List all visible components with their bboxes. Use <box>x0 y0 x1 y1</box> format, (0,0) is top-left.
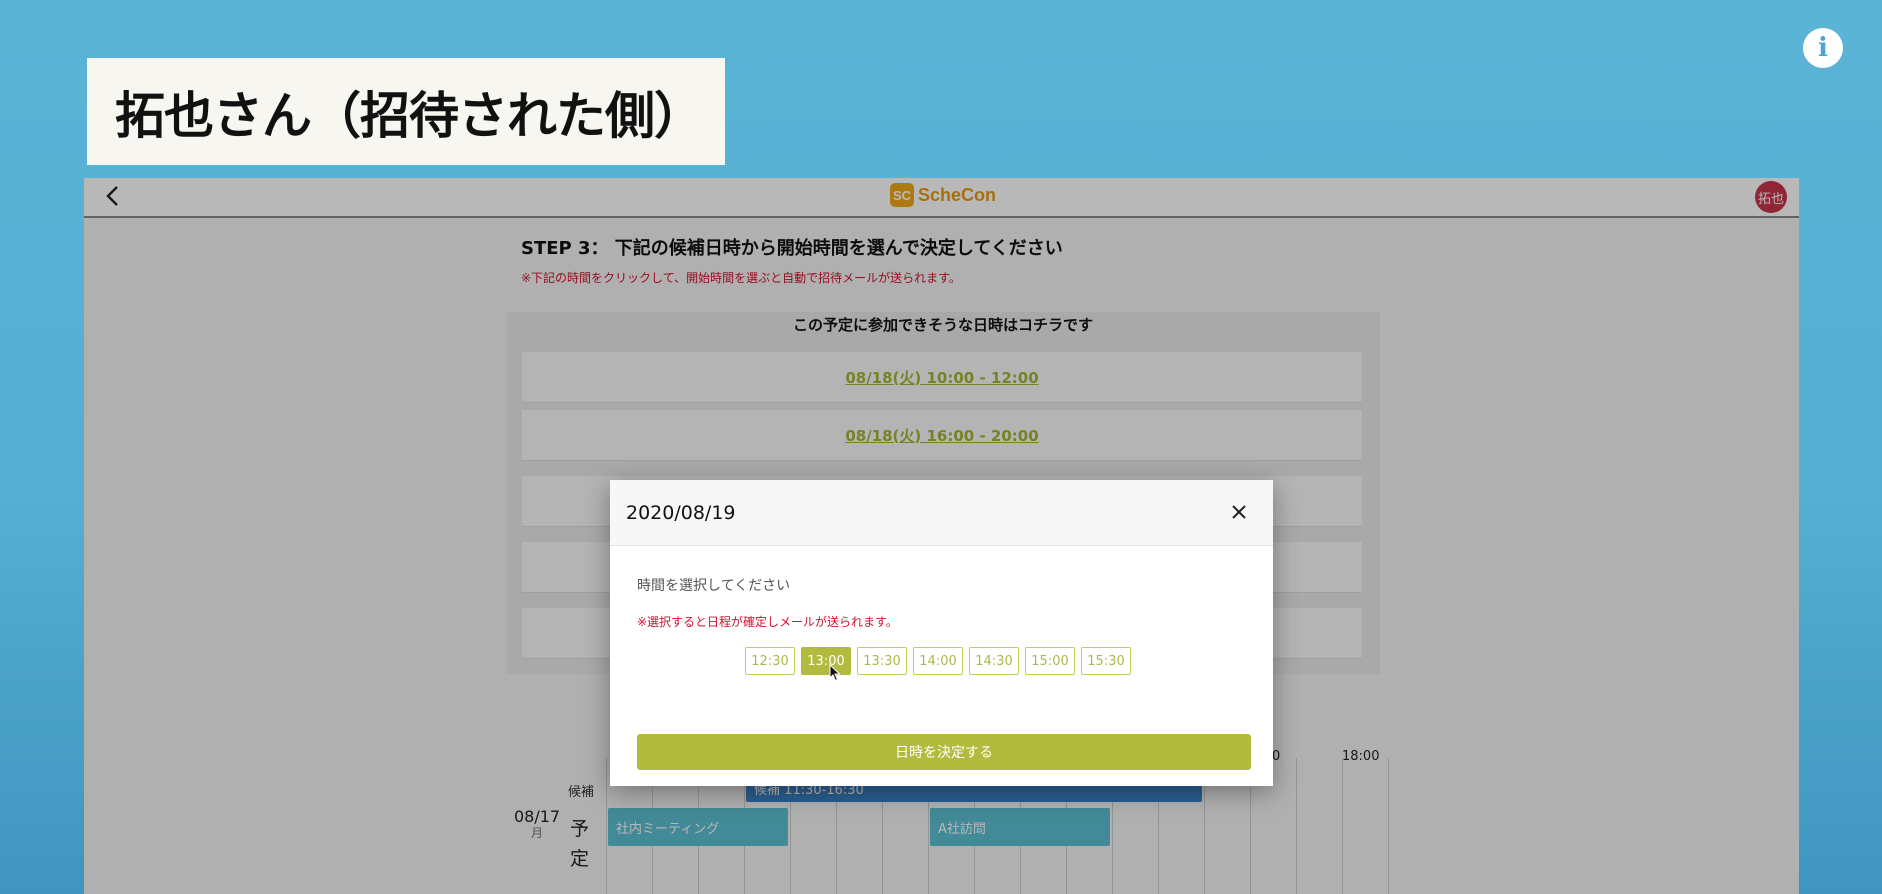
time-button-selected[interactable]: 13:00 <box>801 647 851 675</box>
time-button[interactable]: 15:30 <box>1081 647 1131 675</box>
modal-header: 2020/08/19 <box>610 480 1273 546</box>
time-button-group: 12:30 13:00 13:30 14:00 14:30 15:00 15:3… <box>745 647 1131 675</box>
close-icon[interactable] <box>1227 500 1251 524</box>
caption-title: 拓也さん（招待された側） <box>115 86 704 145</box>
info-button[interactable]: i <box>1803 28 1843 68</box>
time-button[interactable]: 14:30 <box>969 647 1019 675</box>
info-icon: i <box>1818 33 1828 63</box>
mouse-cursor-icon <box>829 663 841 686</box>
time-select-modal: 2020/08/19 時間を選択してください ※選択すると日程が確定しメールが送… <box>610 480 1273 786</box>
time-button[interactable]: 13:30 <box>857 647 907 675</box>
caption-banner: 拓也さん（招待された側） <box>87 58 725 165</box>
modal-note: ※選択すると日程が確定しメールが送られます。 <box>637 615 898 629</box>
confirm-datetime-button[interactable]: 日時を決定する <box>637 734 1251 770</box>
time-button[interactable]: 14:00 <box>913 647 963 675</box>
modal-title: 2020/08/19 <box>626 502 736 524</box>
time-button[interactable]: 15:00 <box>1025 647 1075 675</box>
time-button[interactable]: 12:30 <box>745 647 795 675</box>
modal-prompt: 時間を選択してください <box>637 578 791 594</box>
